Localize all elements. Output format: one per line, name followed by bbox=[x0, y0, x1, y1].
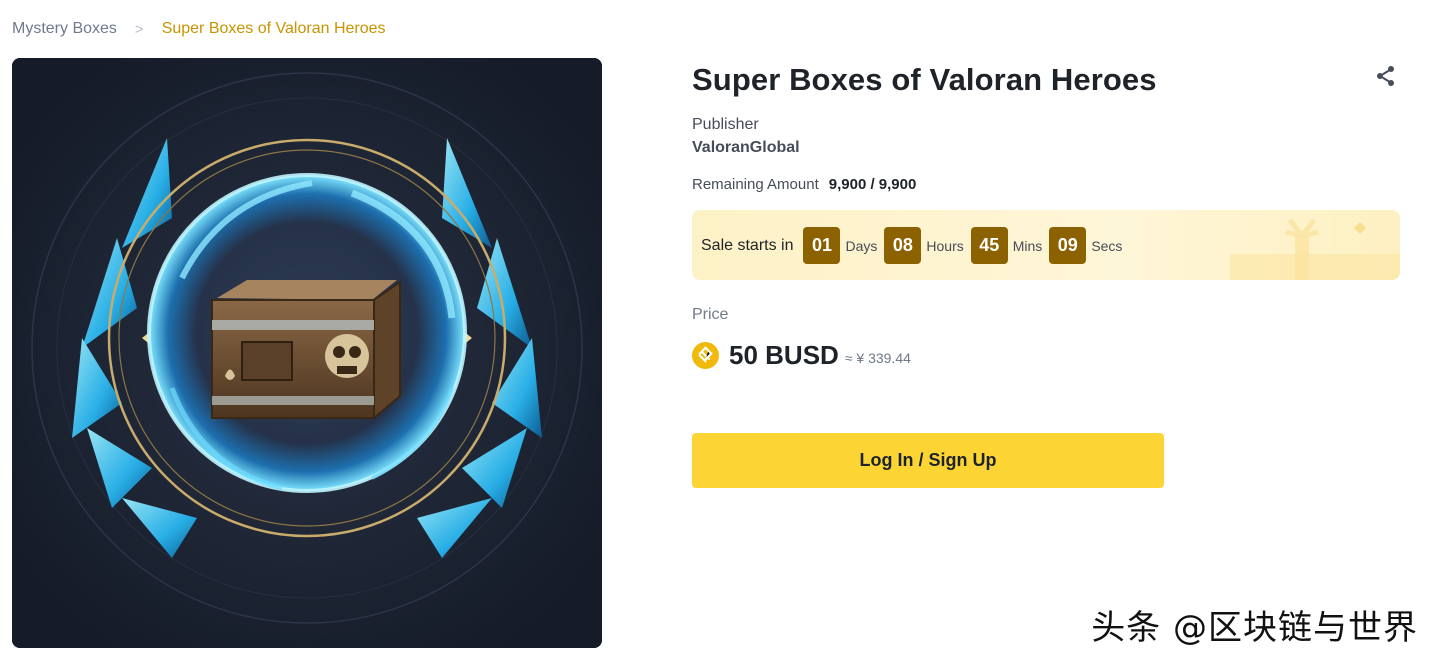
countdown-mins: 45 bbox=[970, 227, 1008, 264]
countdown-hours: 08 bbox=[884, 227, 922, 264]
price-label: Price bbox=[692, 306, 729, 323]
countdown-hours-unit: Hours bbox=[926, 237, 964, 254]
countdown-mins-unit: Mins bbox=[1012, 237, 1043, 254]
breadcrumb-separator: > bbox=[134, 20, 144, 38]
sale-countdown-banner: Sale starts in 01 Days 08 Hours 45 Mins … bbox=[692, 210, 1400, 280]
remaining-amount: Remaining Amount 9,900 / 9,900 bbox=[692, 176, 916, 193]
breadcrumb: Mystery Boxes > Super Boxes of Valoran H… bbox=[12, 20, 386, 38]
countdown-row: Sale starts in 01 Days 08 Hours 45 Mins … bbox=[701, 227, 1129, 264]
mystery-box-artwork bbox=[12, 58, 602, 648]
watermark-text: 头条 @区块链与世界 bbox=[1091, 608, 1418, 648]
busd-coin-icon bbox=[692, 342, 719, 369]
price-row: 50 BUSD ≈ ¥ 339.44 bbox=[692, 340, 911, 371]
sale-starts-label: Sale starts in bbox=[701, 236, 794, 254]
countdown-secs: 09 bbox=[1049, 227, 1087, 264]
countdown-days-unit: Days bbox=[845, 237, 878, 254]
breadcrumb-mystery-boxes-link[interactable]: Mystery Boxes bbox=[12, 20, 117, 38]
share-icon[interactable] bbox=[1374, 64, 1398, 88]
breadcrumb-current: Super Boxes of Valoran Heroes bbox=[161, 20, 386, 37]
price-value: 50 BUSD bbox=[729, 340, 839, 370]
gift-decoration-icon bbox=[1230, 218, 1400, 280]
remaining-amount-label: Remaining Amount bbox=[692, 176, 819, 193]
product-info-panel: Super Boxes of Valoran Heroes Publisher … bbox=[692, 60, 1412, 488]
remaining-amount-value: 9,900 / 9,900 bbox=[828, 176, 917, 193]
product-title: Super Boxes of Valoran Heroes bbox=[692, 62, 1157, 97]
price-fiat-approx: ≈ ¥ 339.44 bbox=[844, 349, 911, 366]
publisher-name: ValoranGlobal bbox=[692, 139, 800, 156]
login-signup-button[interactable]: Log In / Sign Up bbox=[692, 433, 1164, 488]
product-image bbox=[12, 58, 602, 648]
countdown-secs-unit: Secs bbox=[1091, 237, 1123, 254]
publisher-label: Publisher bbox=[692, 116, 759, 133]
countdown-days: 01 bbox=[803, 227, 841, 264]
